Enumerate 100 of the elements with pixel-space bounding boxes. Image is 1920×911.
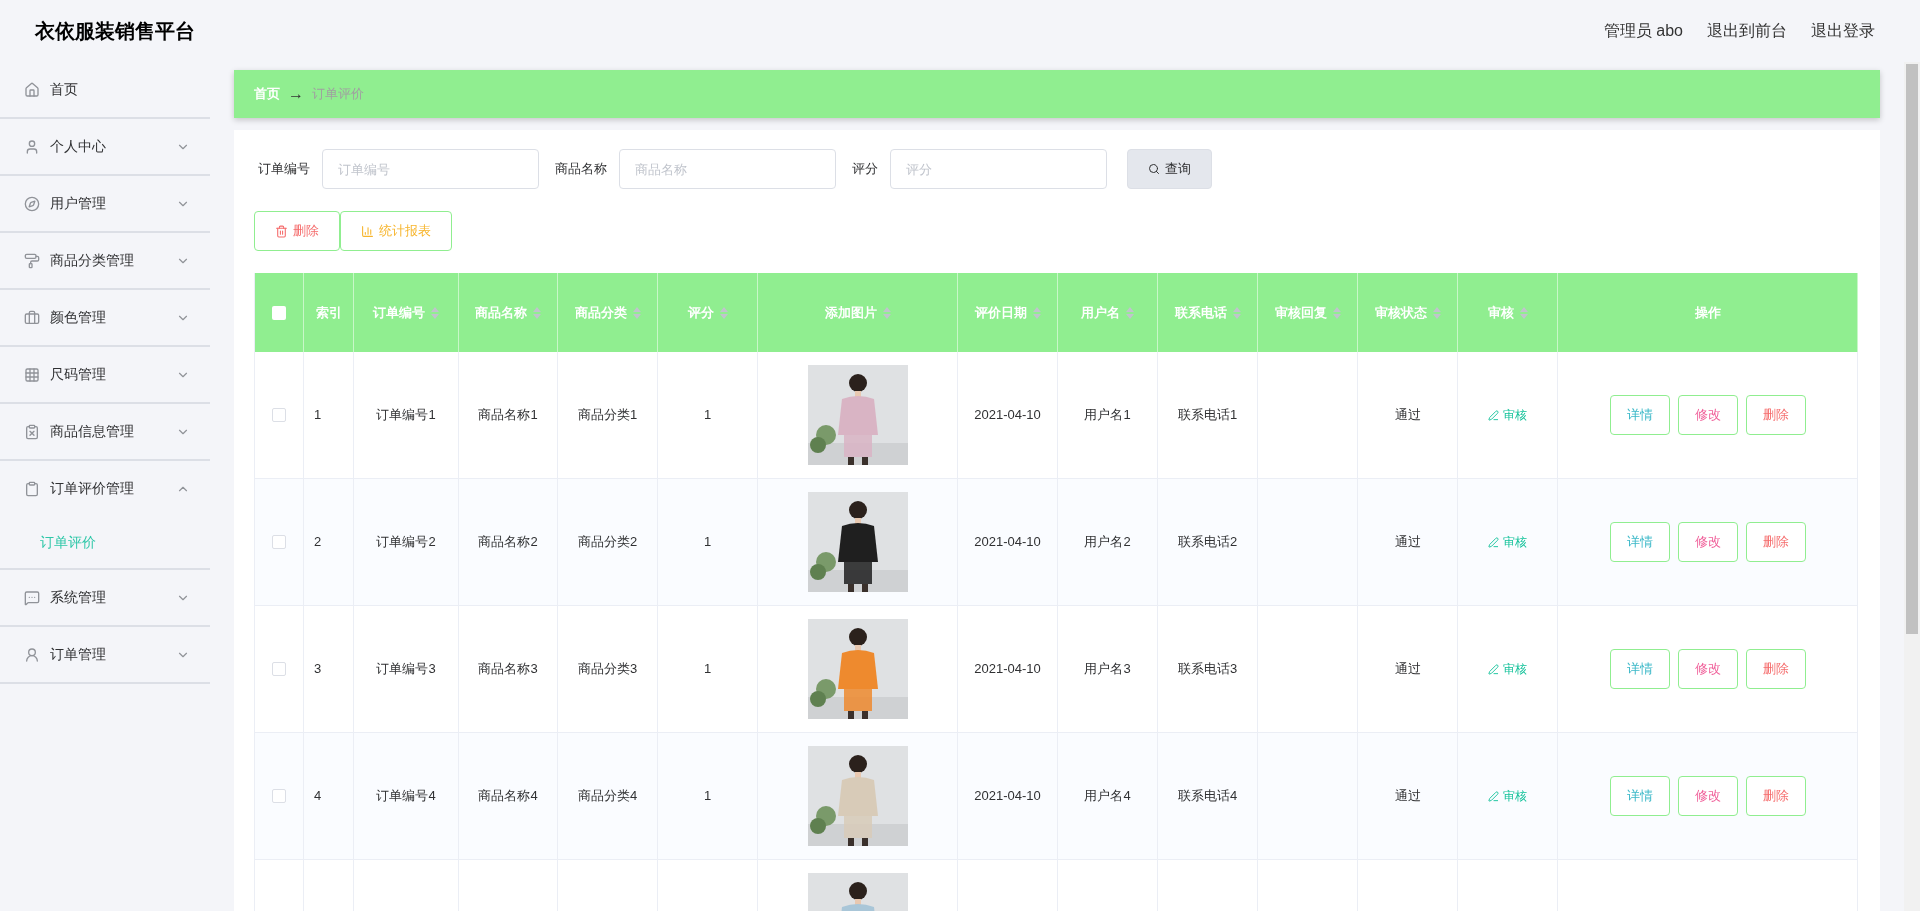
table-cell-text: 2021-04-10 xyxy=(974,660,1041,679)
sort-icon[interactable] xyxy=(1519,306,1528,319)
table-cell-text: 1 xyxy=(314,406,322,425)
delete-button[interactable]: 删除 xyxy=(254,211,340,251)
report-button[interactable]: 统计报表 xyxy=(340,211,452,251)
search-icon xyxy=(1148,163,1160,175)
select-all-checkbox[interactable] xyxy=(272,305,286,320)
menu-item[interactable]: 颜色管理 xyxy=(0,290,210,345)
row-action-button[interactable]: 删除 xyxy=(1745,522,1806,562)
table-cell-text: 用户名3 xyxy=(1084,660,1131,679)
message-icon xyxy=(24,589,40,606)
review-link[interactable]: 审核 xyxy=(1488,660,1527,678)
table-cell-text: 2021-04-10 xyxy=(974,787,1041,806)
sort-icon[interactable] xyxy=(1232,306,1241,319)
review-link[interactable]: 审核 xyxy=(1488,787,1527,805)
table-cell-text: 商品名称4 xyxy=(478,787,538,806)
sort-icon[interactable] xyxy=(1126,306,1134,319)
row-action-button[interactable]: 修改 xyxy=(1677,522,1738,562)
row-checkbox[interactable] xyxy=(272,408,286,422)
table-cell-text: 联系电话3 xyxy=(1177,660,1238,679)
table-cell-text: 用户名4 xyxy=(1084,787,1131,806)
row-action-button[interactable]: 详情 xyxy=(1609,776,1670,816)
search-field[interactable]: 评分 xyxy=(890,149,1107,189)
table-cell-text: 订单编号1 xyxy=(376,406,436,425)
app-title: 衣依服装销售平台 xyxy=(35,19,195,44)
clipboard-icon xyxy=(24,480,40,497)
table-cell-text: 订单编号3 xyxy=(376,660,436,679)
bar-chart-icon xyxy=(361,224,374,238)
compass-icon xyxy=(24,195,40,212)
row-checkbox[interactable] xyxy=(272,535,286,549)
menu-item[interactable]: 订单评价管理 xyxy=(0,461,210,516)
menu-item[interactable]: 商品分类管理 xyxy=(0,233,210,288)
table-cell-text: 1 xyxy=(703,660,712,679)
search-field[interactable]: 订单编号 xyxy=(322,149,539,189)
table-cell-text: 商品分类1 xyxy=(577,406,638,425)
sort-icon[interactable] xyxy=(1032,306,1041,319)
menu-item[interactable]: 订单管理 xyxy=(0,627,210,682)
menu-item[interactable]: 首页 xyxy=(0,62,210,117)
header-link[interactable]: 退出到前台 xyxy=(1707,19,1787,43)
edit-icon xyxy=(1488,790,1499,802)
sort-icon[interactable] xyxy=(632,306,641,319)
table-cell-text: 2 xyxy=(314,533,322,552)
submenu-item[interactable]: 订单评价 xyxy=(0,516,210,568)
edit-icon xyxy=(1488,663,1499,675)
menu-item[interactable]: 尺码管理 xyxy=(0,347,210,402)
row-checkbox[interactable] xyxy=(272,789,286,803)
table-cell-text: 商品分类4 xyxy=(577,787,638,806)
table-cell-text: 2021-04-10 xyxy=(974,533,1041,552)
row-action-button[interactable]: 修改 xyxy=(1677,395,1738,435)
sort-icon[interactable] xyxy=(431,306,439,319)
scrollbar[interactable] xyxy=(1904,62,1920,911)
search-button[interactable]: 查询 xyxy=(1127,149,1212,189)
paint-roller-icon xyxy=(24,252,40,269)
table-cell-text: 用户名2 xyxy=(1084,533,1131,552)
table-cell-text: 通过 xyxy=(1394,406,1421,425)
sort-icon[interactable] xyxy=(1332,306,1341,319)
table-cell-text: 通过 xyxy=(1394,533,1421,552)
review-link[interactable]: 审核 xyxy=(1488,406,1527,424)
briefcase-icon xyxy=(24,309,40,326)
row-action-button[interactable]: 修改 xyxy=(1677,776,1738,816)
field-label: 评分 xyxy=(852,160,878,179)
sort-icon[interactable] xyxy=(719,306,728,319)
search-field[interactable]: 商品名称 xyxy=(619,149,836,189)
table-cell-text: 通过 xyxy=(1394,660,1421,679)
row-action-button[interactable]: 详情 xyxy=(1609,649,1670,689)
row-action-button[interactable]: 删除 xyxy=(1745,395,1806,435)
table-cell-text: 2021-04-10 xyxy=(974,406,1041,425)
row-action-button[interactable]: 删除 xyxy=(1745,649,1806,689)
table-cell-text: 商品名称3 xyxy=(478,660,538,679)
home-icon xyxy=(24,81,40,98)
row-action-button[interactable]: 删除 xyxy=(1745,776,1806,816)
edit-icon xyxy=(1488,536,1499,548)
sort-icon[interactable] xyxy=(882,306,891,319)
user-icon xyxy=(24,646,40,663)
row-action-button[interactable]: 修改 xyxy=(1677,649,1738,689)
table-cell-text: 商品分类3 xyxy=(577,660,638,679)
trash-icon xyxy=(275,224,288,238)
header-link[interactable]: 退出登录 xyxy=(1811,19,1875,43)
menu-item[interactable]: 商品信息管理 xyxy=(0,404,210,459)
review-link[interactable]: 审核 xyxy=(1488,533,1527,551)
sort-icon[interactable] xyxy=(533,306,541,319)
header-link[interactable]: 管理员 abo xyxy=(1603,19,1683,43)
table-cell-text: 1 xyxy=(703,406,712,425)
breadcrumb-separator: → xyxy=(288,84,304,104)
row-action-button[interactable]: 详情 xyxy=(1609,395,1670,435)
table-cell-text: 联系电话2 xyxy=(1177,533,1238,552)
row-action-button[interactable]: 详情 xyxy=(1609,522,1670,562)
table-cell-text: 订单编号2 xyxy=(376,533,436,552)
menu-item[interactable]: 系统管理 xyxy=(0,570,210,625)
sort-icon[interactable] xyxy=(1432,306,1441,319)
table-cell-text: 商品名称1 xyxy=(478,406,538,425)
table-cell-text: 联系电话4 xyxy=(1177,787,1238,806)
menu-item[interactable]: 个人中心 xyxy=(0,119,210,174)
table-cell-text: 通过 xyxy=(1394,787,1421,806)
clipboard-icon xyxy=(24,423,40,440)
row-checkbox[interactable] xyxy=(272,662,286,676)
field-label: 商品名称 xyxy=(555,160,607,179)
menu-item[interactable]: 用户管理 xyxy=(0,176,210,231)
table-cell-text: 1 xyxy=(703,787,712,806)
edit-icon xyxy=(1488,409,1499,421)
